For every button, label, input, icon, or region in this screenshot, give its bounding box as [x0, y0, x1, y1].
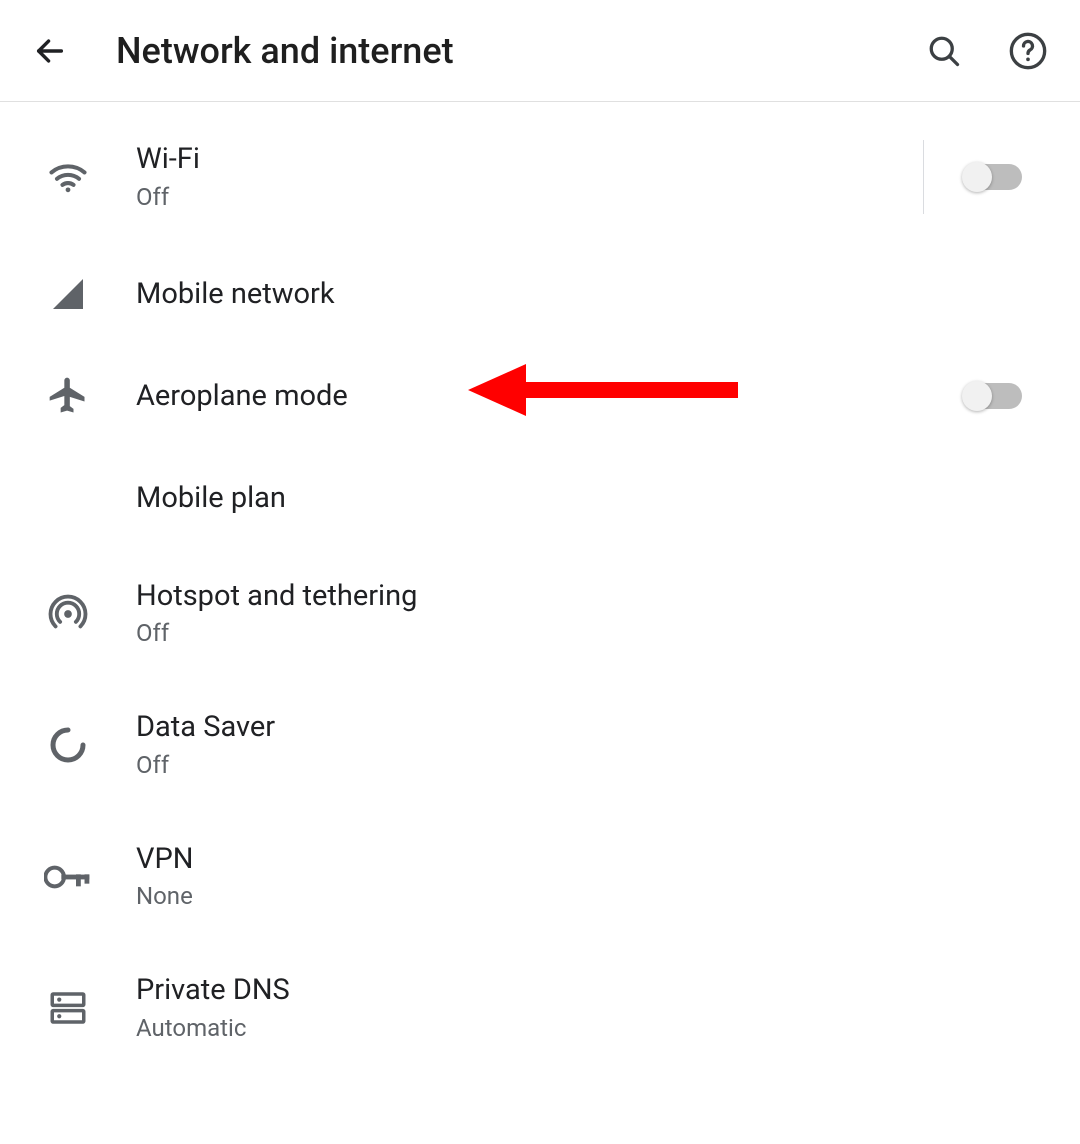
help-icon — [1008, 31, 1048, 71]
app-header: Network and internet — [0, 0, 1080, 102]
wifi-icon — [0, 155, 136, 199]
row-private-dns[interactable]: Private DNS Automatic — [0, 942, 1080, 1073]
settings-list: Wi-Fi Off Mobile network Aeroplane mode — [0, 102, 1080, 1074]
row-aeroplane-mode[interactable]: Aeroplane mode — [0, 344, 1080, 448]
row-mobile-plan[interactable]: Mobile plan — [0, 448, 1080, 548]
row-divider — [923, 140, 924, 214]
row-label: Mobile plan — [136, 480, 1050, 516]
row-sub: Off — [136, 182, 923, 213]
row-label: Aeroplane mode — [136, 378, 964, 414]
hotspot-icon — [0, 593, 136, 635]
arrow-back-icon — [33, 34, 67, 68]
page-title: Network and internet — [116, 30, 922, 72]
back-button[interactable] — [30, 31, 70, 71]
row-label: VPN — [136, 841, 1050, 877]
row-label: Private DNS — [136, 972, 1050, 1008]
airplane-icon — [0, 374, 136, 418]
header-actions — [922, 29, 1050, 73]
row-wifi[interactable]: Wi-Fi Off — [0, 110, 1080, 244]
vpn-icon — [0, 861, 136, 893]
row-data-saver[interactable]: Data Saver Off — [0, 679, 1080, 810]
help-button[interactable] — [1006, 29, 1050, 73]
row-label: Hotspot and tethering — [136, 578, 1050, 614]
row-sub: Off — [136, 750, 1050, 781]
search-button[interactable] — [922, 29, 966, 73]
aeroplane-toggle[interactable] — [964, 383, 1022, 409]
row-sub: None — [136, 881, 1050, 912]
row-sub: Off — [136, 618, 1050, 649]
signal-icon — [0, 274, 136, 314]
row-label: Data Saver — [136, 709, 1050, 745]
dns-icon — [0, 987, 136, 1029]
data-saver-icon — [0, 725, 136, 765]
row-mobile-network[interactable]: Mobile network — [0, 244, 1080, 344]
wifi-toggle[interactable] — [964, 164, 1022, 190]
row-label: Wi-Fi — [136, 141, 923, 177]
row-vpn[interactable]: VPN None — [0, 811, 1080, 942]
search-icon — [926, 33, 962, 69]
row-hotspot[interactable]: Hotspot and tethering Off — [0, 548, 1080, 679]
row-sub: Automatic — [136, 1013, 1050, 1044]
row-label: Mobile network — [136, 276, 1050, 312]
